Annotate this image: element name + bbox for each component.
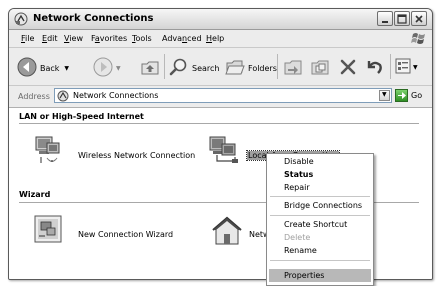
address-dropdown-button[interactable]: ▼: [379, 90, 390, 101]
back-button[interactable]: Back ▼: [17, 57, 69, 79]
ctx-disable[interactable]: Disable: [284, 157, 314, 166]
ctx-status[interactable]: Status: [284, 170, 313, 179]
group-title-wizard: Wizard: [19, 190, 51, 199]
menu-file[interactable]: File: [21, 34, 34, 43]
menu-favorites[interactable]: Favorites: [91, 34, 127, 43]
up-folder-icon: [140, 57, 160, 79]
network-connections-icon: [14, 12, 28, 26]
ctx-separator: [270, 260, 370, 261]
menu-bar: File Edit View Favorites Tools Advanced …: [9, 30, 432, 48]
ctx-separator: [270, 215, 370, 216]
folders-button[interactable]: Folders: [225, 57, 277, 79]
minimize-button[interactable]: [377, 11, 393, 26]
views-button[interactable]: ▼: [395, 58, 418, 76]
menu-advanced[interactable]: Advanced: [162, 34, 202, 43]
folders-label: Folders: [248, 63, 277, 73]
go-button[interactable]: Go: [395, 89, 422, 102]
group-divider: [19, 123, 419, 124]
menu-help[interactable]: Help: [206, 34, 224, 43]
forward-arrow-icon: [93, 57, 113, 79]
ctx-rename[interactable]: Rename: [284, 246, 317, 255]
toolbar-separator: [277, 54, 278, 79]
folders-icon: [225, 57, 245, 79]
title-bar[interactable]: Network Connections: [9, 9, 432, 30]
ctx-repair[interactable]: Repair: [284, 183, 310, 192]
search-icon: [169, 57, 189, 79]
delete-x-icon: [338, 57, 358, 79]
copy-to-folder-icon: [310, 57, 330, 79]
undo-button[interactable]: [364, 57, 384, 79]
search-label: Search: [192, 63, 220, 73]
network-folder-icon: [57, 90, 69, 104]
search-button[interactable]: Search: [169, 57, 219, 79]
ctx-properties[interactable]: Properties: [284, 271, 324, 280]
ctx-delete: Delete: [284, 233, 311, 242]
wireless-connection-label[interactable]: Wireless Network Connection: [78, 151, 195, 160]
window-title: Network Connections: [33, 13, 154, 24]
delete-button[interactable]: [338, 57, 358, 79]
ctx-bridge-connections[interactable]: Bridge Connections: [284, 201, 362, 210]
menu-view[interactable]: View: [64, 34, 83, 43]
wireless-network-icon[interactable]: [33, 133, 65, 169]
toolbar: Back ▼ ▼ Search Folders ▼: [9, 48, 432, 86]
forward-dropdown-icon[interactable]: ▼: [116, 65, 121, 72]
back-arrow-icon: [17, 57, 37, 79]
menu-edit[interactable]: Edit: [42, 34, 58, 43]
windows-logo-icon: [410, 31, 428, 46]
address-value: Network Connections: [73, 91, 159, 100]
views-dropdown-icon[interactable]: ▼: [413, 64, 418, 71]
new-connection-wizard-label[interactable]: New Connection Wizard: [78, 230, 173, 239]
back-label: Back: [40, 63, 60, 73]
menu-tools[interactable]: Tools: [132, 34, 152, 43]
go-label: Go: [411, 91, 423, 100]
wizard-icon[interactable]: [33, 214, 65, 248]
context-menu: Disable Status Repair Bridge Connections…: [266, 153, 374, 286]
back-dropdown-icon[interactable]: ▼: [64, 65, 69, 72]
move-to-button[interactable]: [283, 57, 303, 79]
up-folder-button[interactable]: [140, 57, 160, 79]
copy-to-button[interactable]: [310, 57, 330, 79]
forward-button[interactable]: ▼: [93, 57, 121, 79]
lan-connection-icon[interactable]: [208, 133, 242, 169]
views-icon: [395, 58, 411, 76]
group-title-lan: LAN or High-Speed Internet: [19, 112, 144, 121]
address-input[interactable]: Network Connections ▼: [54, 88, 392, 103]
maximize-button[interactable]: [394, 11, 410, 26]
ctx-create-shortcut[interactable]: Create Shortcut: [284, 220, 347, 229]
toolbar-separator: [390, 54, 391, 79]
ctx-separator: [270, 196, 370, 197]
go-arrow-icon: [395, 89, 408, 102]
close-button[interactable]: [411, 11, 427, 26]
toolbar-separator: [164, 54, 165, 79]
home-network-icon[interactable]: [210, 214, 244, 250]
undo-icon: [364, 57, 384, 79]
move-to-folder-icon: [283, 57, 303, 79]
address-label: Address: [18, 92, 50, 101]
address-bar: Address Network Connections ▼ Go: [9, 86, 432, 108]
chevron-down-icon: ▼: [382, 91, 387, 98]
